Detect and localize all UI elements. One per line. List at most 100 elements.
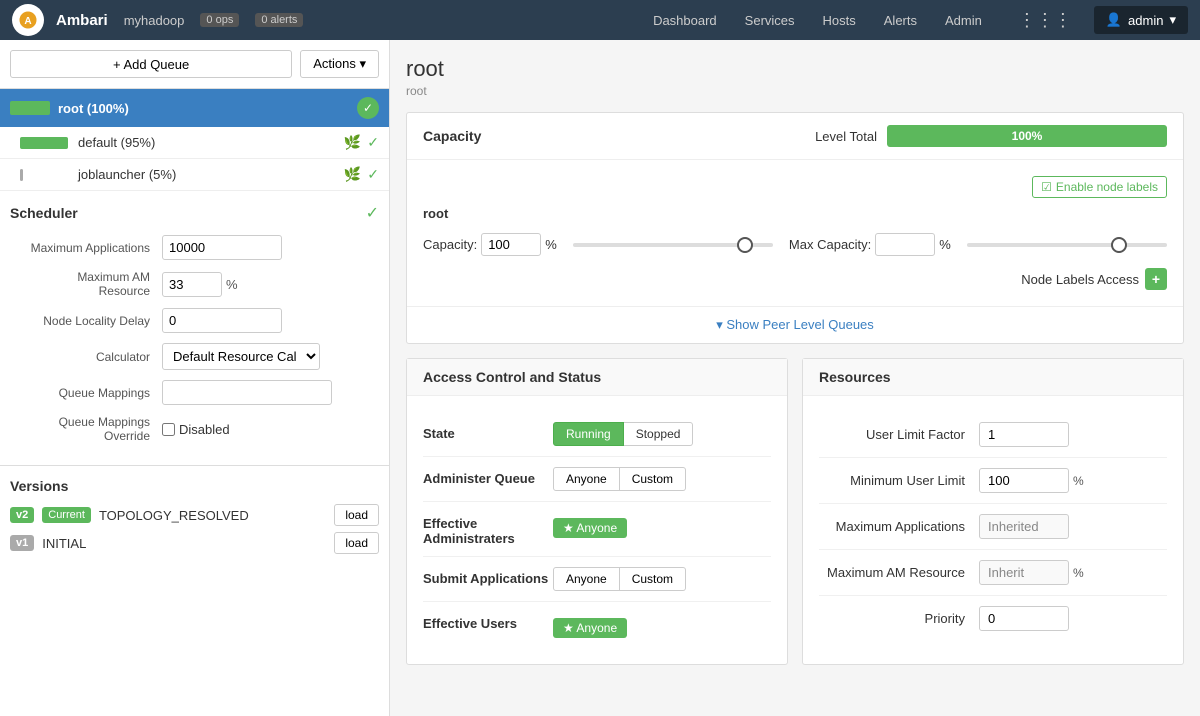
queue-item-joblauncher[interactable]: joblauncher (5%) 🌿 ✓	[0, 159, 389, 191]
version-load-button-v1[interactable]: load	[334, 532, 379, 554]
effective-users-row: Effective Users ★ Anyone	[423, 602, 771, 648]
alerts-badge[interactable]: 0 alerts	[255, 13, 303, 27]
nav-links: Dashboard Services Hosts Alerts Admin	[639, 0, 996, 40]
leaf-icon-joblauncher: 🌿	[344, 166, 361, 183]
administer-anyone-button[interactable]: Anyone	[553, 467, 620, 491]
administer-custom-button[interactable]: Custom	[620, 467, 686, 491]
enable-node-labels-button[interactable]: ☑ Enable node labels	[1032, 176, 1167, 198]
nav-hosts[interactable]: Hosts	[809, 0, 870, 40]
main-layout: + Add Queue Actions ▾ root (100%) ✓ defa…	[0, 40, 1200, 716]
check-icon-joblauncher: ✓	[367, 166, 379, 183]
enable-node-labels-check: ☑	[1041, 180, 1052, 194]
max-applications-res-input[interactable]	[979, 514, 1069, 539]
queue-item-default[interactable]: default (95%) 🌿 ✓	[0, 127, 389, 159]
capacity-slider[interactable]	[573, 235, 773, 255]
user-limit-factor-wrap	[979, 422, 1069, 447]
queue-check-root: ✓	[357, 97, 379, 119]
queue-mappings-override-checkbox[interactable]	[162, 423, 175, 436]
version-load-button-v2[interactable]: load	[334, 504, 379, 526]
capacity-body: ☑ Enable node labels root Capacity: %	[407, 160, 1183, 306]
actions-button[interactable]: Actions ▾	[300, 50, 379, 78]
user-caret: ▾	[1169, 12, 1176, 28]
max-applications-input[interactable]	[162, 235, 282, 260]
calculator-label: Calculator	[10, 350, 150, 364]
leaf-icon-default: 🌿	[344, 134, 361, 151]
administer-btn-group: Anyone Custom	[553, 467, 771, 491]
add-queue-button[interactable]: + Add Queue	[10, 50, 292, 78]
queue-item-root[interactable]: root (100%) ✓	[0, 89, 389, 127]
min-user-limit-label: Minimum User Limit	[819, 473, 979, 488]
priority-label: Priority	[819, 611, 979, 626]
right-panel: root root Capacity Level Total 100% ☑ En…	[390, 40, 1200, 716]
user-menu[interactable]: 👤 admin ▾	[1094, 6, 1188, 34]
capacity-title: Capacity	[423, 128, 815, 144]
max-applications-res-row: Maximum Applications	[819, 504, 1167, 550]
min-user-limit-input[interactable]	[979, 468, 1069, 493]
submit-btn-group: Anyone Custom	[553, 567, 771, 591]
node-labels-access-add-button[interactable]: +	[1145, 268, 1167, 290]
node-locality-input[interactable]	[162, 308, 282, 333]
access-control-card: Access Control and Status State Running …	[406, 358, 788, 665]
max-am-resource-res-row: Maximum AM Resource %	[819, 550, 1167, 596]
max-am-resource-label: Maximum AMResource	[10, 270, 150, 298]
max-am-resource-group: Maximum AMResource %	[10, 270, 379, 298]
node-locality-label: Node Locality Delay	[10, 314, 150, 328]
administer-row: Administer Queue Anyone Custom	[423, 457, 771, 502]
nav-services[interactable]: Services	[731, 0, 809, 40]
check-icon-default: ✓	[367, 134, 379, 151]
submit-custom-button[interactable]: Custom	[620, 567, 686, 591]
submit-anyone-button[interactable]: Anyone	[553, 567, 620, 591]
scheduler-check-icon: ✓	[366, 203, 379, 223]
priority-row: Priority	[819, 596, 1167, 641]
capacity-input[interactable]	[481, 233, 541, 256]
queue-mappings-override-label: Queue MappingsOverride	[10, 415, 150, 443]
app-logo: A	[12, 4, 44, 36]
user-limit-factor-input[interactable]	[979, 422, 1069, 447]
nav-admin[interactable]: Admin	[931, 0, 996, 40]
versions-title: Versions	[10, 478, 379, 494]
state-running-button[interactable]: Running	[553, 422, 624, 446]
state-stopped-button[interactable]: Stopped	[624, 422, 694, 446]
max-am-resource-res-input[interactable]	[979, 560, 1069, 585]
node-labels-access: Node Labels Access +	[423, 268, 1167, 290]
version-badge-v2: v2	[10, 507, 34, 523]
max-am-resource-res-label: Maximum AM Resource	[819, 565, 979, 580]
queue-icons-default: 🌿 ✓	[344, 134, 379, 151]
version-row-v2: v2 Current TOPOLOGY_RESOLVED load	[10, 504, 379, 526]
min-user-limit-wrap: %	[979, 468, 1084, 493]
level-total-bar: 100%	[887, 125, 1167, 147]
queue-mappings-override-checkbox-label[interactable]: Disabled	[162, 422, 230, 437]
max-capacity-unit: %	[939, 237, 951, 252]
capacity-slider-track	[573, 243, 773, 247]
max-capacity-slider[interactable]	[967, 235, 1167, 255]
nav-alerts[interactable]: Alerts	[870, 0, 931, 40]
page-title: root	[406, 56, 1184, 82]
max-capacity-slider-thumb[interactable]	[1111, 237, 1127, 253]
max-am-resource-input[interactable]	[162, 272, 222, 297]
capacity-slider-thumb[interactable]	[737, 237, 753, 253]
queue-mappings-input[interactable]	[162, 380, 332, 405]
max-capacity-input[interactable]	[875, 233, 935, 256]
capacity-field-label: Capacity:	[423, 237, 477, 252]
state-label: State	[423, 422, 553, 441]
ops-badge[interactable]: 0 ops	[200, 13, 239, 27]
queue-toolbar: + Add Queue Actions ▾	[0, 40, 389, 89]
scheduler-section: Scheduler ✓ Maximum Applications Maximum…	[0, 191, 389, 466]
calculator-select[interactable]: Default Resource Cal	[162, 343, 320, 370]
grid-icon[interactable]: ⋮⋮⋮	[1008, 10, 1082, 31]
max-capacity-slider-track	[967, 243, 1167, 247]
user-limit-factor-row: User Limit Factor	[819, 412, 1167, 458]
version-name-v2: TOPOLOGY_RESOLVED	[99, 508, 326, 523]
scheduler-title: Scheduler	[10, 205, 78, 221]
effective-users-content: ★ Anyone	[553, 612, 771, 638]
max-applications-res-wrap	[979, 514, 1069, 539]
max-am-resource-res-unit: %	[1073, 566, 1084, 580]
app-name: Ambari	[56, 12, 108, 29]
nav-dashboard[interactable]: Dashboard	[639, 0, 731, 40]
effective-admin-row: Effective Administraters ★ Anyone	[423, 502, 771, 557]
version-badge-v1: v1	[10, 535, 34, 551]
state-content: Running Stopped	[553, 422, 771, 446]
priority-input[interactable]	[979, 606, 1069, 631]
version-name-v1: INITIAL	[42, 536, 326, 551]
show-peer-queues[interactable]: ▾ Show Peer Level Queues	[407, 306, 1183, 343]
